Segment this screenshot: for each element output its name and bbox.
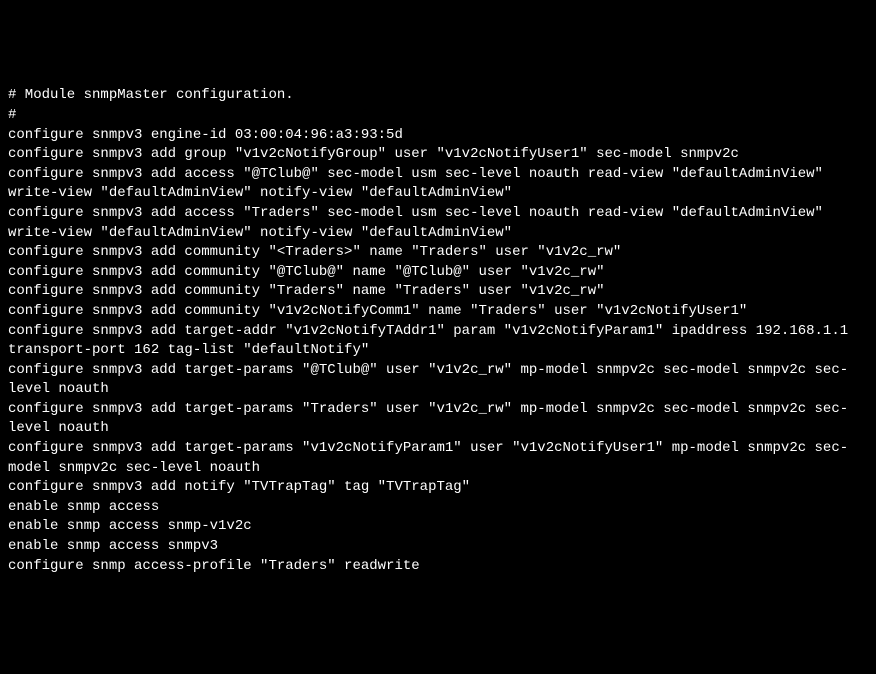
terminal-line: configure snmpv3 add target-addr "v1v2cN… — [8, 322, 868, 361]
terminal-line: configure snmpv3 add target-params "v1v2… — [8, 439, 868, 478]
terminal-line: configure snmpv3 add notify "TVTrapTag" … — [8, 478, 868, 498]
terminal-line: configure snmpv3 engine-id 03:00:04:96:a… — [8, 126, 868, 146]
terminal-line: configure snmpv3 add community "<Traders… — [8, 243, 868, 263]
terminal-line: # Module snmpMaster configuration. — [8, 86, 868, 106]
terminal-line: configure snmpv3 add access "@TClub@" se… — [8, 165, 868, 204]
terminal-line: configure snmp access-profile "Traders" … — [8, 557, 868, 577]
terminal-line: # — [8, 106, 868, 126]
terminal-output: # Module snmpMaster configuration.#confi… — [8, 86, 868, 576]
terminal-line: configure snmpv3 add target-params "@TCl… — [8, 361, 868, 400]
terminal-line: enable snmp access — [8, 498, 868, 518]
terminal-line: configure snmpv3 add target-params "Trad… — [8, 400, 868, 439]
terminal-line: configure snmpv3 add group "v1v2cNotifyG… — [8, 145, 868, 165]
terminal-line: configure snmpv3 add community "Traders"… — [8, 282, 868, 302]
terminal-line: configure snmpv3 add access "Traders" se… — [8, 204, 868, 243]
terminal-line: enable snmp access snmp-v1v2c — [8, 517, 868, 537]
terminal-line: configure snmpv3 add community "@TClub@"… — [8, 263, 868, 283]
terminal-line: configure snmpv3 add community "v1v2cNot… — [8, 302, 868, 322]
